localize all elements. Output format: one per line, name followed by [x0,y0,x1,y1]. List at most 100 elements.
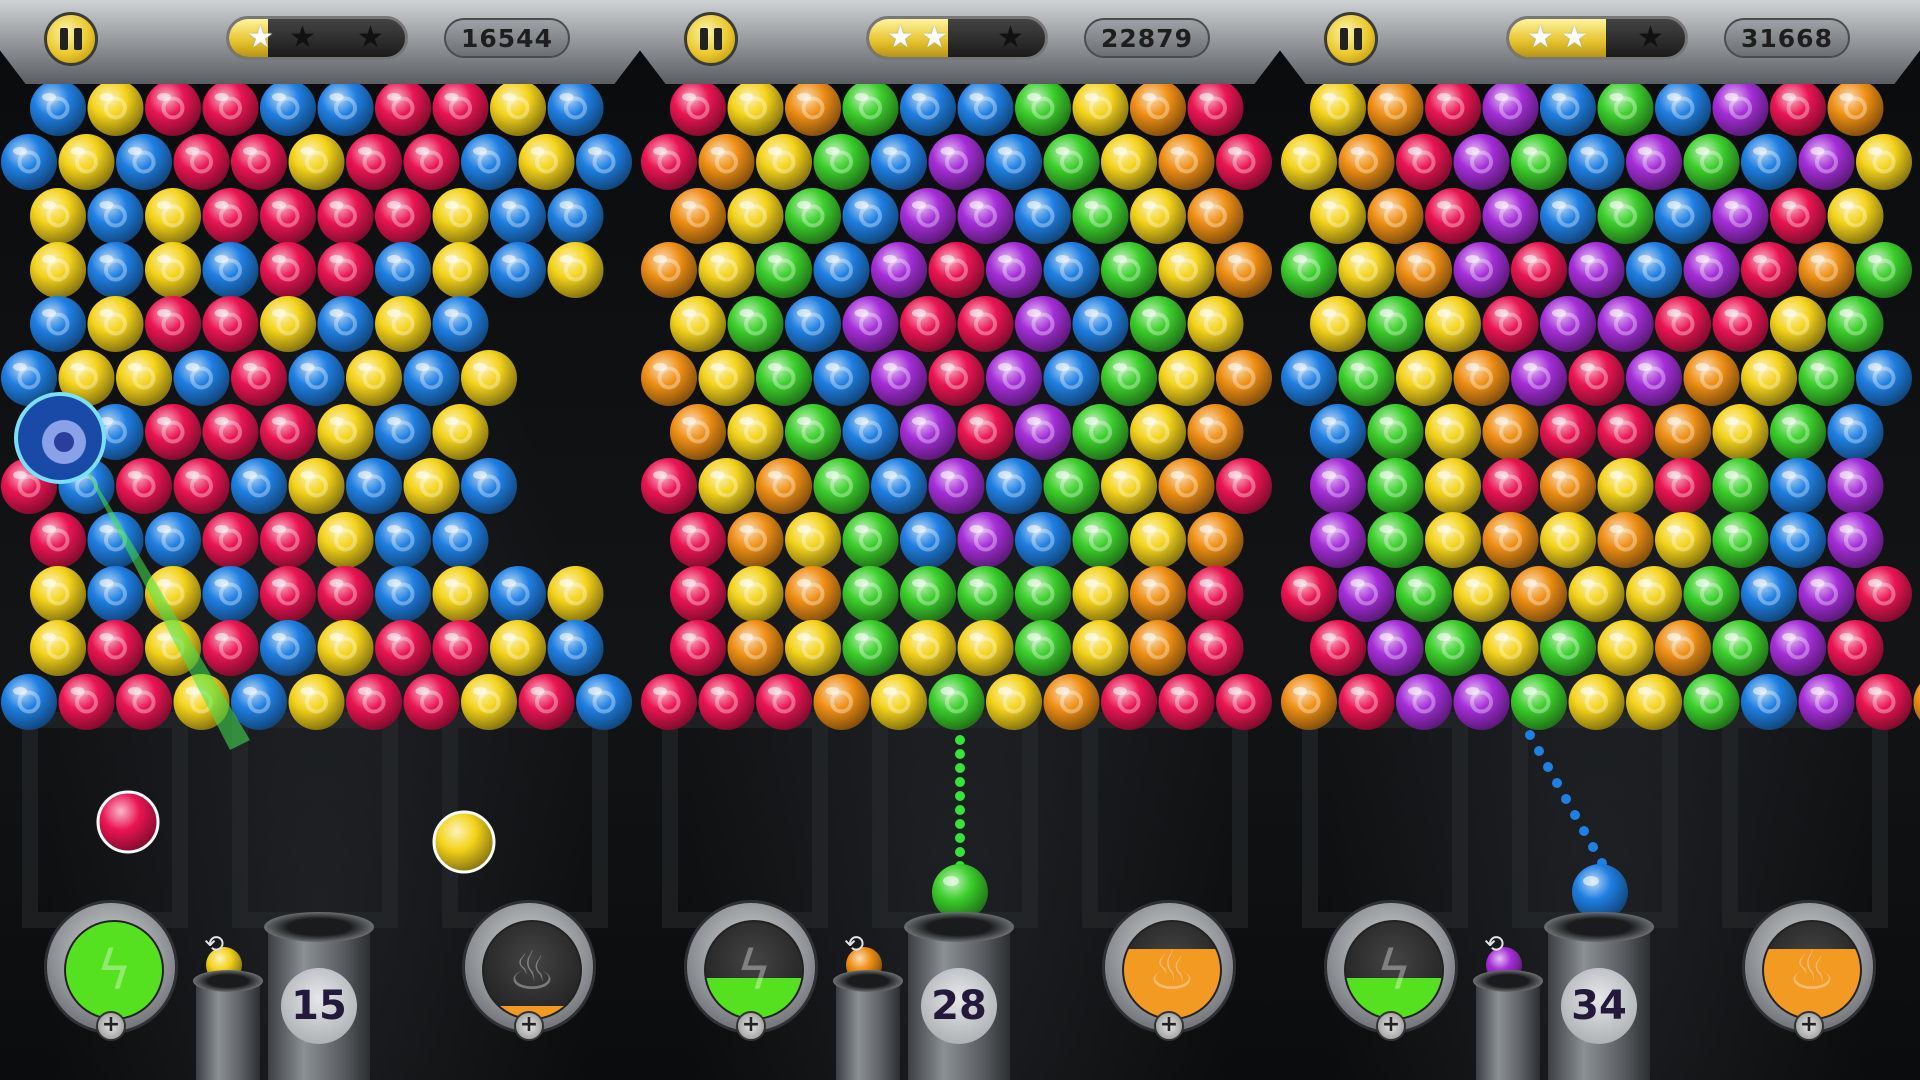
bubble-blue [785,296,841,352]
bubble-yellow [670,296,726,352]
add-powerup-button[interactable]: + [1376,1011,1406,1041]
bubble-red [1338,674,1395,730]
bubble-red [1712,296,1769,352]
bubble-blue [842,404,899,460]
aim-dot [1525,730,1535,740]
bubble-red [145,296,201,352]
bubble-red [346,674,402,730]
bubble-yellow [30,620,86,676]
lightning-powerup[interactable]: ϟ + [684,900,818,1041]
bubble-red [260,512,316,568]
bubble-yellow [1158,350,1215,406]
aim-dot [955,819,965,829]
bubble-blue [490,188,546,244]
bubble-green [1281,242,1337,298]
bubble-purple [900,188,956,244]
bubble-orange [1453,350,1510,406]
bubble-blue [986,458,1042,514]
bubble-blue [403,350,460,406]
bubble-yellow [87,296,144,352]
bubble-yellow [1770,296,1826,352]
bubble-yellow [1568,674,1625,730]
bubble-green [1072,188,1129,244]
bubble-purple [871,242,927,298]
bubble-red [1482,458,1539,514]
bubble-yellow [900,620,956,676]
bubble-blue [461,134,517,190]
star-progress-bar: ★ ★ ★ [866,16,1048,60]
bubble-purple [1482,80,1539,136]
bubble-red [670,566,726,622]
bubble-red [1396,134,1452,190]
bubble-yellow [1310,296,1366,352]
pause-button[interactable] [684,12,738,66]
lightning-powerup[interactable]: ϟ + [44,900,178,1041]
bubble-green [785,188,841,244]
fire-powerup[interactable]: ♨ + [1742,900,1876,1041]
bubble-red [231,350,287,406]
pause-icon [1340,28,1348,50]
pause-button[interactable] [44,12,98,66]
swap-icon[interactable]: ⟲ [204,930,224,958]
bubble-yellow [1827,188,1884,244]
bubble-red [518,674,575,730]
aim-dot [955,805,965,815]
add-powerup-button[interactable]: + [514,1011,544,1041]
bubble-green [1597,188,1654,244]
bubble-purple [1683,242,1740,298]
bubble-blue [1770,458,1826,514]
bubble-yellow [317,404,374,460]
add-powerup-button[interactable]: + [96,1011,126,1041]
bubble-blue [900,80,956,136]
bubble-red [202,404,259,460]
bubble-orange [1827,80,1884,136]
bubble-blue [1,134,57,190]
flame-icon: ♨ [507,938,557,1002]
bubble-yellow [288,134,345,190]
fire-powerup[interactable]: ♨ + [462,900,596,1041]
lightning-powerup[interactable]: ϟ + [1324,900,1458,1041]
bubble-yellow [346,350,402,406]
bubble-red [403,674,460,730]
bubble-yellow [1396,350,1452,406]
bubble-green [1367,458,1424,514]
bubble-red [202,188,259,244]
bubble-orange [1216,242,1272,298]
bubble-yellow [1425,512,1481,568]
pause-button[interactable] [1324,12,1378,66]
bubble-green [756,350,812,406]
bubble-orange [1683,350,1740,406]
bubble-green [1072,404,1129,460]
bubble-red [1187,80,1244,136]
bubble-red [641,458,697,514]
bubble-blue [1655,188,1711,244]
aim-dot [955,791,965,801]
bubble-red [375,80,431,136]
fire-powerup[interactable]: ♨ + [1102,900,1236,1041]
add-powerup-button[interactable]: + [1154,1011,1184,1041]
bubble-yellow [30,566,86,622]
bubble-orange [1281,674,1337,730]
bubble-red [260,188,316,244]
star-icon: ★ [1527,20,1554,55]
bubble-blue [900,512,956,568]
swap-icon[interactable]: ⟲ [1484,930,1504,958]
bubble-purple [1015,296,1071,352]
bubble-yellow [288,458,345,514]
bubble-yellow [727,188,784,244]
bubble-purple [1798,674,1855,730]
swap-icon[interactable]: ⟲ [844,930,864,958]
bubble-blue [1043,350,1100,406]
bubble-green [1425,620,1481,676]
bubble-blue [1741,566,1797,622]
bubble-purple [1540,296,1596,352]
bubble-blue [490,566,546,622]
game-panel-1: ★ ★ ★ 16544 ϟ + ⟲ 15 ♨ + [0,0,640,1080]
score-display: 31668 [1724,18,1850,58]
bubble-red [432,80,489,136]
add-powerup-button[interactable]: + [736,1011,766,1041]
add-powerup-button[interactable]: + [1794,1011,1824,1041]
star-progress-bar: ★ ★ ★ [1506,16,1688,60]
bubble-yellow [1187,296,1244,352]
bubble-yellow [1281,134,1337,190]
